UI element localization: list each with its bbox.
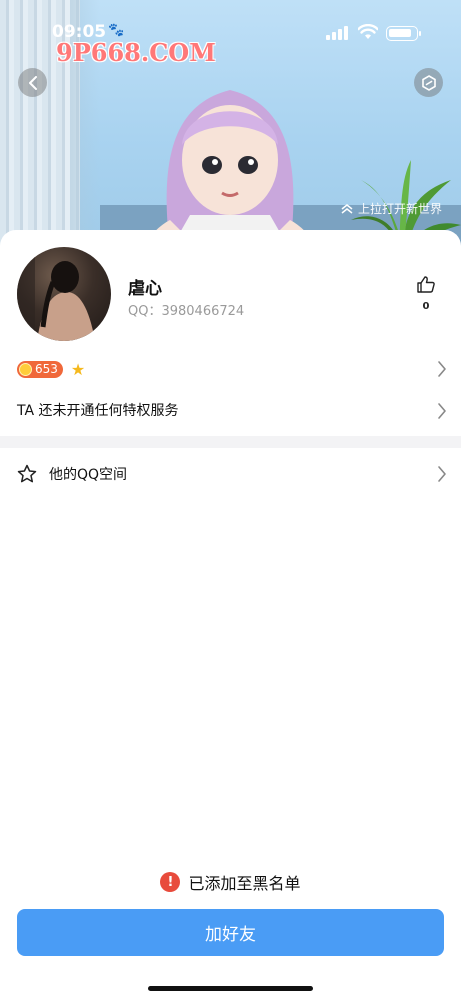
profile-banner: 09:05 🐾 9P668.COM 上拉打开新世界 [0, 0, 461, 250]
add-friend-button[interactable]: 加好友 [17, 909, 444, 956]
pull-up-hint: 上拉打开新世界 [340, 200, 442, 217]
chevron-right-icon [438, 466, 446, 482]
chevron-right-icon [438, 361, 446, 377]
blacklist-notice: ! 已添加至黑名单 [0, 870, 461, 894]
star-icon: ★ [70, 359, 86, 379]
battery-icon [386, 26, 418, 41]
back-button[interactable] [18, 68, 47, 97]
star-outline-icon [17, 464, 37, 483]
blacklist-notice-text: 已添加至黑名单 [188, 874, 301, 893]
chevron-up-double-icon [341, 203, 353, 214]
qzone-row[interactable]: 他的QQ空间 [17, 462, 447, 486]
watermark: 9P668.COM [56, 38, 216, 67]
privilege-row[interactable]: TA 还未开通任何特权服务 [17, 400, 447, 422]
qq-number: 3980466724 [161, 304, 245, 319]
thumbs-up-icon [417, 276, 435, 293]
profile-card: 虐心 QQ：3980466724 0 653 ★ TA 还未开通任何特权服务 他… [0, 230, 461, 1000]
qzone-text: 他的QQ空间 [49, 467, 128, 483]
level-sun-icon [19, 362, 32, 376]
battery-cap [419, 31, 421, 36]
cellular-signal-icon [326, 26, 348, 40]
avatar-photo [17, 247, 95, 341]
paw-icon: 🐾 [108, 23, 125, 38]
alert-icon: ! [160, 872, 181, 892]
pull-up-hint-text: 上拉打开新世界 [358, 202, 443, 216]
hexagon-icon [421, 74, 436, 91]
level-row[interactable]: 653 ★ [17, 358, 447, 380]
level-badge: 653 [17, 360, 63, 378]
home-indicator[interactable] [148, 986, 313, 991]
qq-label: QQ： [128, 304, 162, 319]
profile-screen: 09:05 🐾 9P668.COM 上拉打开新世界 虐心 QQ：39804667… [0, 0, 461, 1000]
chevron-left-icon [28, 75, 37, 90]
qq-number-row: QQ：3980466724 [128, 300, 244, 319]
level-number: 653 [35, 362, 58, 376]
wifi-icon [358, 24, 378, 39]
like-count: 0 [422, 301, 430, 312]
privilege-text: TA 还未开通任何特权服务 [17, 403, 179, 419]
avatar-character-illustration [140, 90, 320, 250]
chevron-right-icon [438, 403, 446, 419]
settings-hexagon-button[interactable] [414, 68, 443, 97]
avatar[interactable] [17, 247, 111, 341]
nickname: 虐心 [128, 279, 162, 299]
like-button[interactable]: 0 [412, 276, 440, 312]
section-divider [0, 436, 461, 448]
